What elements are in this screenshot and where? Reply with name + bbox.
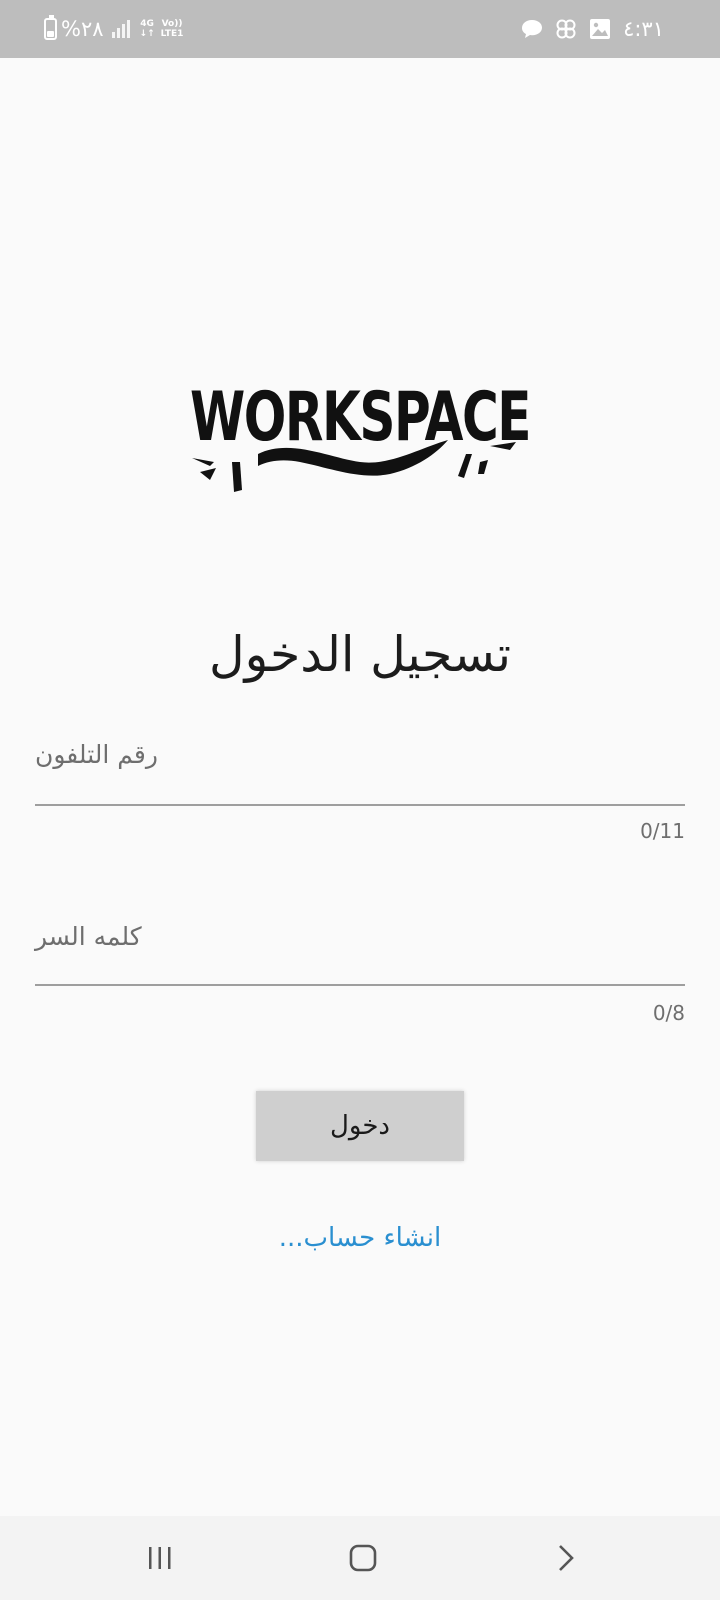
signal-icon (111, 20, 132, 38)
logo-drop-left-2 (200, 468, 216, 480)
password-counter: 0/8 (652, 1001, 685, 1025)
network-indicator: 4G ↓↑ (140, 19, 155, 39)
logo-drop-left-1 (192, 458, 214, 466)
gallery-icon (589, 18, 611, 40)
password-label: كلمه السر (35, 922, 142, 951)
recent-apps-button[interactable] (100, 1516, 220, 1600)
network-type: 4G (140, 19, 154, 29)
home-icon (349, 1544, 377, 1572)
status-bar-left: %٢٨ 4G ↓↑ Vo)) LTE1 (44, 0, 183, 58)
navigation-bar (0, 1516, 720, 1600)
logo-drop-left-3 (232, 462, 242, 492)
back-button[interactable] (505, 1516, 625, 1600)
home-button[interactable] (303, 1516, 423, 1600)
recent-apps-icon (149, 1547, 171, 1569)
logo-drop-right-2 (458, 454, 472, 478)
status-bar: %٢٨ 4G ↓↑ Vo)) LTE1 ٤:٣١ (0, 0, 720, 58)
phone-counter: 0/11 (640, 819, 685, 843)
back-icon (559, 1545, 574, 1571)
network-arrows: ↓↑ (139, 29, 155, 39)
phone-field[interactable]: رقم التلفون (35, 736, 685, 806)
login-button[interactable]: دخول (256, 1091, 464, 1161)
lte-label: LTE1 (160, 29, 184, 39)
volte-indicator: Vo)) LTE1 (161, 19, 184, 39)
password-field[interactable]: كلمه السر (35, 920, 685, 986)
clock: ٤:٣١ (623, 17, 664, 41)
page-title: تسجيل الدخول (209, 626, 511, 683)
create-account-link[interactable]: انشاء حساب... (0, 1220, 720, 1256)
phone-label: رقم التلفون (35, 740, 158, 769)
cloverleaf-icon (555, 18, 577, 40)
volte-label: Vo)) (161, 19, 183, 29)
status-bar-right: ٤:٣١ (509, 0, 664, 58)
logo-drop-right-1 (478, 460, 488, 474)
password-counter-row: 0/8 (35, 1000, 685, 1030)
battery-icon (44, 15, 57, 40)
workspace-logo: WORKSPACE (190, 378, 532, 492)
logo-wordmark: WORKSPACE (190, 378, 530, 457)
battery-percent: %٢٨ (61, 17, 104, 41)
message-bubble-icon (521, 19, 543, 39)
phone-counter-row: 0/11 (35, 818, 685, 848)
